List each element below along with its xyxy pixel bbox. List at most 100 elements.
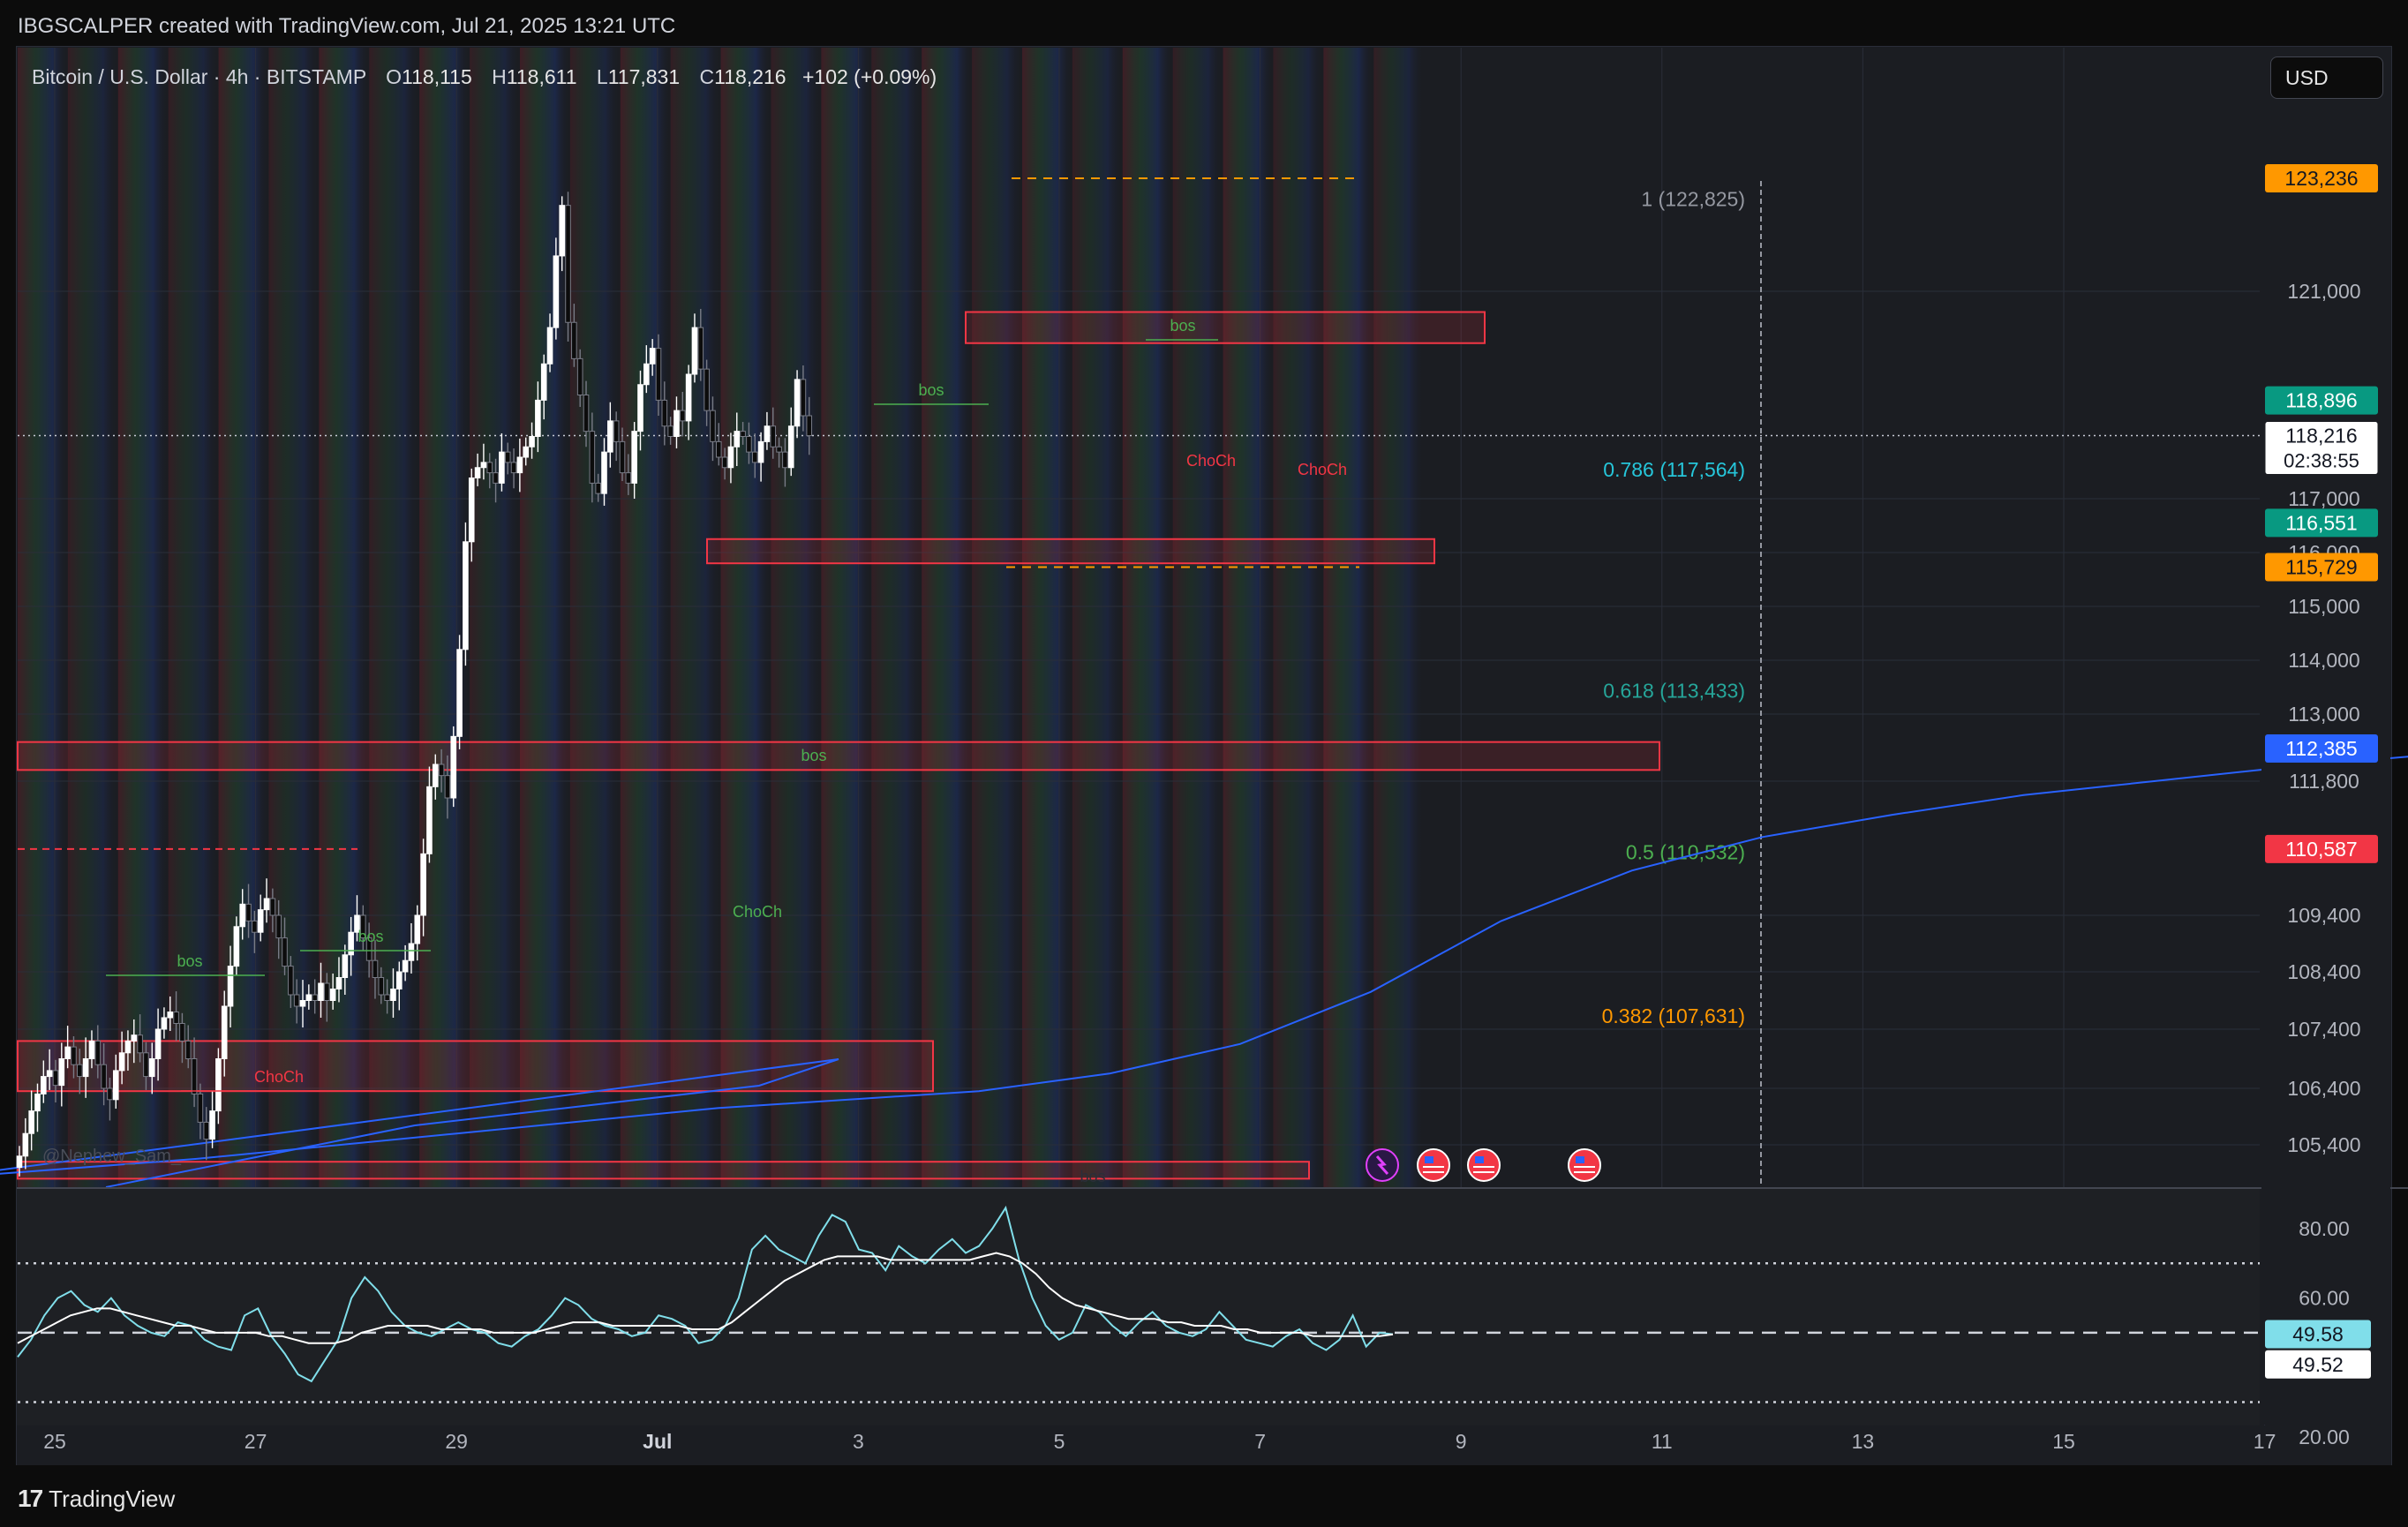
candle-body [680, 410, 686, 422]
candle-body [474, 467, 481, 478]
candle-body [275, 914, 282, 939]
candle-body [721, 456, 728, 469]
session-stripe [1273, 48, 1324, 1187]
candle-body [305, 994, 312, 1001]
price-label-text: 115,729 [2285, 556, 2357, 579]
flag-canton [1475, 1156, 1484, 1163]
price-tick-label: 111,800 [2289, 770, 2359, 793]
candle-body [318, 982, 324, 1001]
flag-canton [1425, 1156, 1434, 1163]
candle-body [806, 415, 813, 437]
candle-body [173, 1012, 179, 1024]
candle-body [746, 436, 752, 453]
candle-body [715, 440, 722, 458]
session-stripe [117, 48, 169, 1187]
candle-body [546, 327, 553, 365]
candle-body [757, 440, 764, 463]
high-value: 118,611 [506, 65, 577, 88]
candle-body [335, 977, 342, 989]
candle-body [348, 931, 354, 956]
price-label-text: 118,216 [2285, 425, 2357, 448]
candle-body [288, 966, 294, 996]
session-stripe [620, 48, 671, 1187]
session-background-stripes [18, 48, 1425, 1187]
session-stripe [569, 48, 621, 1187]
candle-body [444, 775, 451, 799]
time-tick-label: 9 [1456, 1430, 1467, 1453]
fib-level-label: 1 (122,825) [1641, 188, 1745, 211]
candle-body [643, 363, 650, 386]
close-value: 118,216 [714, 65, 786, 88]
candle-body [131, 1034, 138, 1042]
structure-label: bos [1170, 317, 1195, 335]
price-tick-label: 109,400 [2287, 904, 2360, 927]
tradingview-brand[interactable]: 17 TradingView [18, 1485, 175, 1513]
candle-body [631, 431, 637, 484]
candle-body [655, 348, 662, 401]
candle-body [625, 472, 632, 484]
candle-body [263, 898, 270, 911]
price-tick-label: 121,000 [2287, 280, 2360, 303]
candle-body [94, 1040, 102, 1065]
candle-body [727, 446, 734, 469]
time-tick-label: Jul [643, 1430, 672, 1453]
candle-body [535, 399, 541, 437]
candle-body [215, 1058, 222, 1112]
candle-body [426, 786, 433, 854]
candle-body [257, 909, 264, 933]
session-stripe [1172, 48, 1223, 1187]
candle-body [233, 926, 240, 967]
time-tick-label: 11 [1652, 1430, 1673, 1453]
candle-body [118, 1052, 125, 1072]
candle-body [456, 649, 463, 737]
currency-button[interactable]: USD [2270, 56, 2383, 99]
candle-body [504, 451, 511, 463]
candle-body [463, 541, 469, 651]
symbol-title[interactable]: Bitcoin / U.S. Dollar · 4h · BITSTAMP [32, 65, 366, 88]
price-label-text: 110,587 [2285, 838, 2357, 861]
candle-body [408, 943, 415, 961]
candle-body [22, 1132, 29, 1157]
candle-body [787, 425, 794, 469]
candle-body [637, 384, 643, 433]
candle-body [529, 436, 535, 448]
rsi-tick-label: 80.00 [2299, 1217, 2350, 1240]
candle-body [52, 1070, 59, 1087]
candle-body [342, 954, 349, 979]
candle-body [46, 1070, 53, 1078]
candle-body [16, 1155, 23, 1169]
candle-body [384, 994, 390, 1001]
candle-body [685, 373, 692, 422]
price-label-text: 118,896 [2285, 389, 2357, 412]
candle-body [252, 920, 258, 933]
candle-body [395, 971, 403, 989]
time-tick-label: 5 [1054, 1430, 1065, 1453]
us-flag-icon [1467, 1148, 1501, 1182]
time-axis[interactable]: 252729Jul357911131517192123252729Aug357 [43, 1430, 2408, 1453]
candle-body [764, 425, 771, 442]
price-tick-label: 113,000 [2288, 703, 2359, 726]
session-stripe [771, 48, 822, 1187]
rsi-pane-bg [17, 1189, 2260, 1425]
candle-body [540, 363, 547, 401]
zone-box [706, 538, 1435, 565]
price-axis[interactable]: 105,400 106,400 107,400 108,400 109,400 111,8… [2261, 48, 2390, 1448]
time-tick-label: 29 [445, 1430, 468, 1453]
candle-body [124, 1040, 132, 1054]
candle-body [221, 1005, 228, 1059]
zone-box [965, 311, 1486, 344]
structure-label: bos [357, 928, 383, 945]
price-chart[interactable]: 1 (122,825) 0.786 (117,564) 0.618 (113,433… [0, 0, 2408, 1527]
candle-body [414, 914, 421, 944]
candle-body [191, 1058, 198, 1094]
candle-body [420, 853, 426, 916]
price-label-text: 112,385 [2285, 737, 2357, 760]
candle-body [143, 1052, 149, 1078]
session-stripe [720, 48, 771, 1187]
session-stripe [972, 48, 1022, 1187]
candle-body [565, 205, 571, 323]
session-stripe [1373, 48, 1425, 1187]
candle-body [58, 1058, 65, 1087]
fib-level-label: 0.618 (113,433) [1603, 680, 1745, 703]
candle-body [239, 903, 246, 928]
